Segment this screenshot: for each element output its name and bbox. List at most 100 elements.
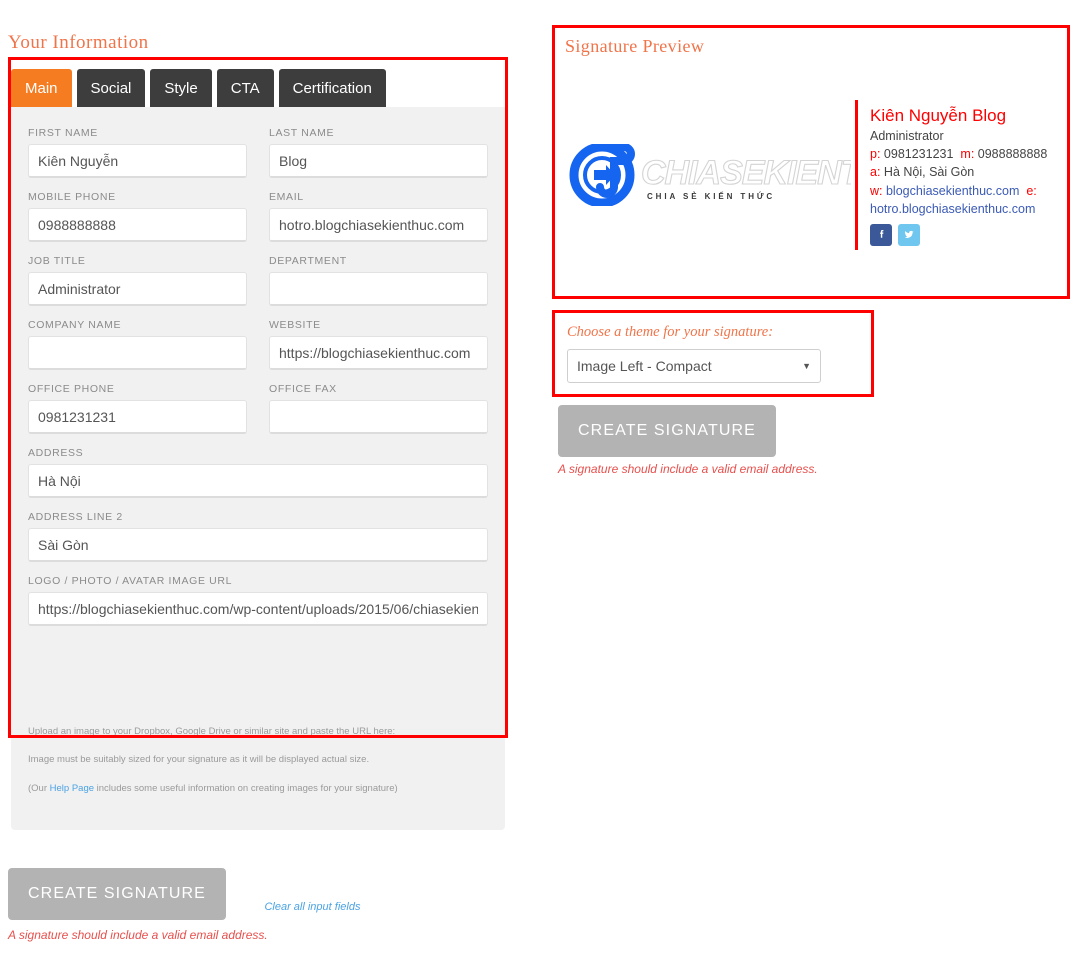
field-label-address: ADDRESS — [28, 447, 84, 459]
logo-url-input[interactable] — [28, 592, 488, 626]
help-line-2: Image must be suitably sized for your si… — [28, 754, 370, 766]
address-key: a: — [870, 165, 881, 180]
field-label-email: EMAIL — [269, 191, 304, 203]
website-input[interactable] — [269, 336, 488, 370]
field-label-logo-url: LOGO / PHOTO / AVATAR IMAGE URL — [28, 575, 233, 587]
clear-all-input-fields-link[interactable]: Clear all input fields — [264, 901, 360, 913]
create-signature-button-preview[interactable]: CREATE SIGNATURE — [558, 405, 776, 457]
signature-divider — [855, 100, 858, 250]
mobile-key: m: — [960, 147, 975, 162]
phone-key: p: — [870, 147, 881, 162]
tab-cta[interactable]: CTA — [216, 69, 274, 107]
twitter-glyph — [904, 230, 914, 238]
error-message-preview-wrap: A signature should include a valid email… — [558, 462, 818, 476]
mobile-value: 0988888888 — [977, 147, 1048, 162]
theme-chooser-label: Choose a theme for your signature: — [567, 324, 774, 340]
logo-tagline-text: CHIA SẺ KIẾN THỨC — [647, 191, 775, 201]
create-signature-button-bottom[interactable]: CREATE SIGNATURE — [8, 868, 226, 920]
field-company-name: COMPANY NAME — [28, 319, 247, 370]
theme-select[interactable]: Image Left - Compact ▼ — [567, 349, 821, 383]
field-address-line-2: ADDRESS LINE 2 — [28, 511, 488, 562]
signature-card: CHIASEKIENTHUC CHIA SẺ KIẾN THỨC Kiên Ng… — [563, 100, 1061, 250]
field-last-name: LAST NAME — [269, 127, 488, 178]
help-line-3-post: includes some useful information on crea… — [94, 782, 398, 794]
field-row-contact: MOBILE PHONE EMAIL — [28, 191, 488, 242]
field-mobile-phone: MOBILE PHONE — [28, 191, 247, 242]
email-value[interactable]: hotro.blogchiasekienthuc.com — [870, 202, 1035, 216]
form-fields: FIRST NAME LAST NAME MOBILE PHONE EMAIL — [28, 127, 488, 639]
information-column: Your Information FIRST NAME LAST NAME — [0, 0, 540, 970]
field-label-job-title: JOB TITLE — [28, 255, 86, 267]
tab-main[interactable]: Main — [11, 69, 72, 107]
office-fax-input[interactable] — [269, 400, 488, 434]
preview-action-area: CREATE SIGNATURE — [558, 405, 776, 457]
field-label-company-name: COMPANY NAME — [28, 319, 122, 331]
department-input[interactable] — [269, 272, 488, 306]
form-panel: FIRST NAME LAST NAME MOBILE PHONE EMAIL — [11, 105, 505, 830]
help-line-1: Upload an image to your Dropbox, Google … — [28, 726, 396, 737]
field-row-role: JOB TITLE DEPARTMENT — [28, 255, 488, 306]
chevron-down-icon: ▼ — [802, 361, 811, 371]
signature-logo: CHIASEKIENTHUC CHIA SẺ KIẾN THỨC — [563, 144, 855, 206]
email-key: e: — [1026, 183, 1037, 198]
signature-generator-page: Your Information FIRST NAME LAST NAME — [0, 0, 1074, 970]
office-phone-input[interactable] — [28, 400, 247, 434]
help-line-3: (Our Help Page includes some useful info… — [28, 783, 488, 794]
error-message-preview: A signature should include a valid email… — [558, 462, 818, 476]
email-input[interactable] — [269, 208, 488, 242]
field-address: ADDRESS — [28, 447, 488, 498]
mobile-phone-input[interactable] — [28, 208, 247, 242]
address-value: Hà Nội, Sài Gòn — [883, 165, 975, 180]
field-office-phone: OFFICE PHONE — [28, 383, 247, 434]
signature-job-title: Administrator — [870, 129, 944, 144]
preview-column: Signature Preview CHIASEKIENTHUC CHIA SẺ… — [540, 0, 1074, 970]
help-line-3-pre: (Our — [28, 782, 50, 794]
bottom-action-area: CREATE SIGNATURE Clear all input fields … — [8, 868, 528, 942]
phone-value: 0981231231 — [883, 147, 954, 162]
help-page-link[interactable]: Help Page — [50, 783, 94, 794]
address-input[interactable] — [28, 464, 488, 498]
last-name-input[interactable] — [269, 144, 488, 178]
field-label-first-name: FIRST NAME — [28, 127, 98, 139]
signature-preview-box: Signature Preview CHIASEKIENTHUC CHIA SẺ… — [552, 25, 1070, 299]
field-email: EMAIL — [269, 191, 488, 242]
field-row-office: OFFICE PHONE OFFICE FAX — [28, 383, 488, 434]
field-label-office-fax: OFFICE FAX — [269, 383, 337, 395]
chiasekienthuc-logo-icon: CHIASEKIENTHUC CHIA SẺ KIẾN THỨC — [569, 144, 851, 206]
signature-web-email-line: w: blogchiasekienthuc.com e: hotro.blogc… — [870, 182, 1061, 218]
field-row-logo-url: LOGO / PHOTO / AVATAR IMAGE URL — [28, 575, 488, 626]
facebook-icon[interactable] — [870, 223, 892, 246]
facebook-glyph — [879, 230, 883, 238]
field-first-name: FIRST NAME — [28, 127, 247, 178]
signature-social-links — [870, 223, 1061, 246]
field-logo-url: LOGO / PHOTO / AVATAR IMAGE URL — [28, 575, 488, 626]
field-job-title: JOB TITLE — [28, 255, 247, 306]
first-name-input[interactable] — [28, 144, 247, 178]
tab-style[interactable]: Style — [150, 69, 212, 107]
field-label-mobile-phone: MOBILE PHONE — [28, 191, 116, 203]
field-label-website: WEBSITE — [269, 319, 321, 331]
address-line-2-input[interactable] — [28, 528, 488, 562]
signature-name: Kiên Nguyễn Blog — [870, 106, 1007, 126]
field-row-company: COMPANY NAME WEBSITE — [28, 319, 488, 370]
tab-bar: Main Social Style CTA Certification — [11, 67, 505, 107]
preview-title: Signature Preview — [565, 36, 705, 56]
theme-chooser-box: Choose a theme for your signature: Image… — [552, 310, 874, 397]
page-title: Your Information — [8, 32, 149, 53]
field-department: DEPARTMENT — [269, 255, 488, 306]
field-row-name: FIRST NAME LAST NAME — [28, 127, 488, 178]
field-label-department: DEPARTMENT — [269, 255, 347, 267]
field-label-office-phone: OFFICE PHONE — [28, 383, 115, 395]
company-name-input[interactable] — [28, 336, 247, 370]
signature-phone-line: p: 0981231231 m: 0988888888 — [870, 145, 1061, 163]
twitter-icon[interactable] — [898, 223, 920, 246]
theme-select-value: Image Left - Compact — [577, 358, 712, 374]
job-title-input[interactable] — [28, 272, 247, 306]
field-row-address: ADDRESS — [28, 447, 488, 498]
tab-certification[interactable]: Certification — [278, 69, 386, 107]
logo-wordmark-text: CHIASEKIENTHUC — [641, 154, 851, 192]
website-value[interactable]: blogchiasekienthuc.com — [886, 184, 1019, 198]
tab-social[interactable]: Social — [76, 69, 146, 107]
field-label-last-name: LAST NAME — [269, 127, 335, 139]
signature-address-line: a: Hà Nội, Sài Gòn — [870, 163, 1061, 181]
